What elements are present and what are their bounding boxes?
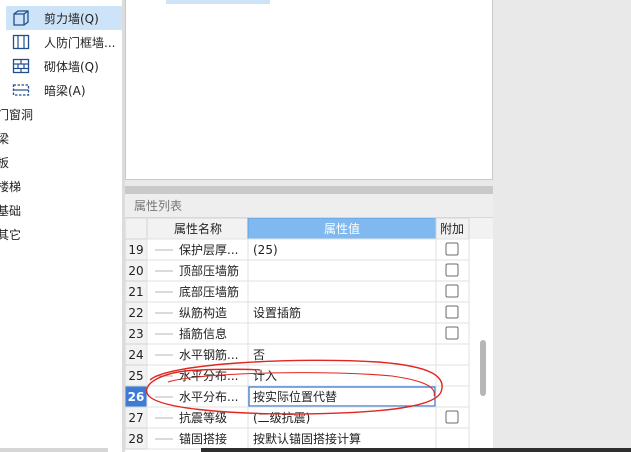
tree-item-label: 楼梯 xyxy=(0,179,22,194)
table-row[interactable]: 22 纵筋构造 设置插筋 xyxy=(125,301,470,324)
property-name: 保护层厚... xyxy=(179,243,238,257)
table-row[interactable]: 24 水平钢筋... 否 xyxy=(125,343,470,366)
property-value[interactable]: 按实际位置代替 xyxy=(253,389,337,404)
hidden-beam-icon xyxy=(12,84,30,96)
property-name: 水平分布... xyxy=(179,390,238,404)
table-row[interactable]: 23 插筋信息 xyxy=(125,322,470,345)
table-row[interactable]: 26 水平分布... 按实际位置代替 xyxy=(125,385,470,408)
table-row[interactable]: 20 顶部压墙筋 xyxy=(125,259,470,282)
extra-checkbox[interactable] xyxy=(445,263,459,277)
name-column-header[interactable]: 属性名称 xyxy=(174,221,222,236)
tree-item-label: 梁 xyxy=(0,131,10,146)
tree-item-hidden-beam[interactable]: 暗梁(A) xyxy=(6,78,122,102)
tree-item-masonry-wall[interactable]: 砌体墙(Q) xyxy=(6,54,122,78)
property-name: 纵筋构造 xyxy=(179,305,227,320)
tree-item-door-window-opening[interactable]: 门窗洞 xyxy=(0,102,33,126)
extra-checkbox[interactable] xyxy=(445,326,459,340)
property-value[interactable]: 计入 xyxy=(253,369,277,383)
property-name: 锚固搭接 xyxy=(179,431,227,446)
property-name: 插筋信息 xyxy=(179,326,227,341)
table-row[interactable]: 19 保护层厚... (25) xyxy=(125,238,470,261)
tree-item-label: 砌体墙(Q) xyxy=(44,59,99,74)
row-number: 23 xyxy=(128,327,143,341)
tree-item-shear-wall[interactable]: 剪力墙(Q) xyxy=(6,6,122,30)
table-row[interactable]: 28 锚固搭接 按默认锚固搭接计算 xyxy=(125,427,470,450)
row-number: 19 xyxy=(128,243,143,257)
row-number: 20 xyxy=(128,264,143,278)
tree-item-slab[interactable]: 板 xyxy=(0,150,9,174)
row-number: 28 xyxy=(128,432,143,446)
property-name: 水平钢筋... xyxy=(179,347,238,362)
row-number: 24 xyxy=(128,348,143,362)
extra-checkbox[interactable] xyxy=(445,284,459,298)
tree-item-other[interactable]: 其它 xyxy=(0,222,21,246)
right-panel: 属性列表 属性名称 属性值 附加 19 保护层厚... (25) 20 顶部压墙筋 21 底… xyxy=(125,0,631,452)
extra-column-header[interactable]: 附加 xyxy=(440,222,464,236)
properties-grid: 属性名称 属性值 附加 19 保护层厚... (25) 20 顶部压墙筋 21 底部压墙筋 2… xyxy=(125,218,493,452)
property-name: 底部压墙筋 xyxy=(179,284,239,299)
tree-item-beam[interactable]: 梁 xyxy=(0,126,9,150)
tree-item-stairs[interactable]: 楼梯 xyxy=(0,174,21,198)
row-number: 21 xyxy=(128,285,143,299)
status-bar-left xyxy=(0,448,108,452)
shear-wall-icon xyxy=(13,10,29,26)
property-value[interactable]: 设置插筋 xyxy=(253,305,301,320)
tree-item-label: 剪力墙(Q) xyxy=(44,11,99,26)
property-value[interactable]: (25) xyxy=(253,243,278,257)
extra-checkbox[interactable] xyxy=(445,305,459,319)
property-name: 抗震等级 xyxy=(179,410,227,425)
component-tree: 剪力墙(Q) 人防门框墙... 砌体墙(Q) 暗梁(A) 门窗洞 梁 板 楼梯 … xyxy=(0,0,122,452)
tree-item-label: 板 xyxy=(0,155,10,170)
tree-item-foundation[interactable]: 基础 xyxy=(0,198,21,222)
row-number: 22 xyxy=(128,306,143,320)
tree-item-label: 基础 xyxy=(0,203,22,218)
table-row[interactable]: 21 底部压墙筋 xyxy=(125,280,470,303)
row-number: 25 xyxy=(128,369,143,383)
property-name: 顶部压墙筋 xyxy=(179,263,239,278)
property-name: 水平分布... xyxy=(179,369,238,383)
taskbar-edge xyxy=(201,448,631,452)
tree-item-label: 暗梁(A) xyxy=(44,83,86,98)
component-list-pane xyxy=(125,0,493,180)
extra-checkbox[interactable] xyxy=(445,410,459,424)
tree-item-label: 人防门框墙... xyxy=(44,35,116,50)
tree-item-label: 其它 xyxy=(0,227,22,242)
masonry-wall-icon xyxy=(12,58,30,74)
properties-table: 属性名称 属性值 附加 19 保护层厚... (25)20 顶部压墙筋21 底部压墙筋2… xyxy=(125,218,493,450)
civil-defense-door-frame-wall-icon xyxy=(12,34,30,50)
header-row: 属性名称 属性值 附加 xyxy=(125,218,493,240)
properties-panel-title: 属性列表 xyxy=(125,194,493,218)
tree-item-civil-defense-door-frame-wall[interactable]: 人防门框墙... xyxy=(6,30,122,54)
property-value[interactable]: 否 xyxy=(253,348,265,362)
table-row[interactable]: 25 水平分布... 计入 xyxy=(125,364,470,387)
value-column-header[interactable]: 属性值 xyxy=(324,221,360,236)
pane-splitter[interactable] xyxy=(125,186,493,194)
extra-checkbox[interactable] xyxy=(445,242,459,256)
vertical-scrollbar-thumb[interactable] xyxy=(480,340,486,396)
tree-item-label: 门窗洞 xyxy=(0,107,34,122)
property-value[interactable]: (二级抗震) xyxy=(253,410,310,425)
table-row[interactable]: 27 抗震等级 (二级抗震) xyxy=(125,406,470,429)
row-number: 26 xyxy=(128,390,145,404)
selected-component-row[interactable] xyxy=(166,0,270,4)
property-value[interactable]: 按默认锚固搭接计算 xyxy=(253,431,361,446)
row-number: 27 xyxy=(128,411,143,425)
